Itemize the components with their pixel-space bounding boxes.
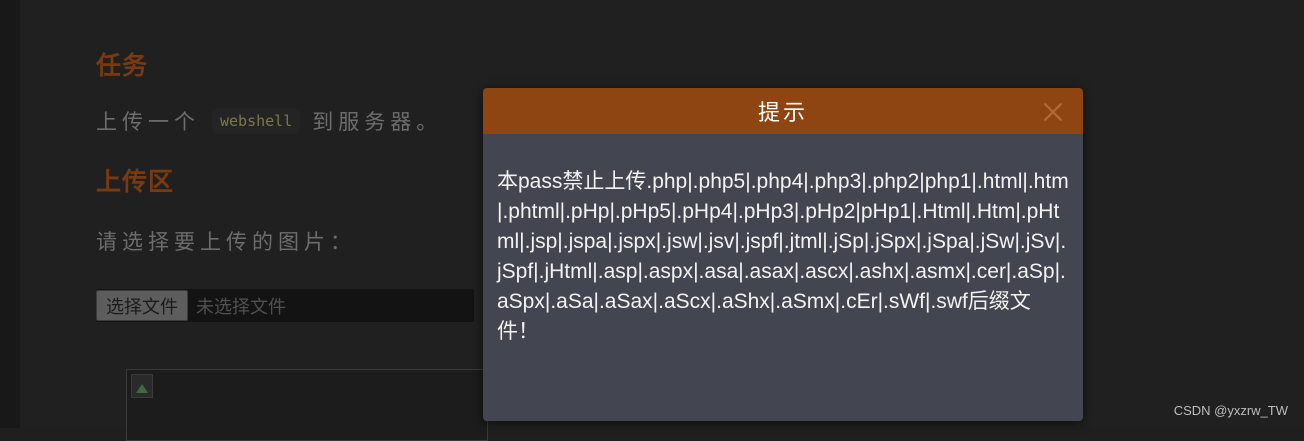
watermark: CSDN @yxzrw_TW: [1173, 403, 1288, 418]
alert-dialog: 提示 本pass禁止上传.php|.php5|.php4|.php3|.php2…: [483, 88, 1083, 421]
choose-file-button[interactable]: 选择文件: [96, 290, 188, 321]
close-icon[interactable]: [1041, 100, 1065, 124]
left-sidebar-strip: [0, 0, 20, 428]
dialog-body: 本pass禁止上传.php|.php5|.php4|.php3|.php2|ph…: [483, 134, 1083, 421]
file-input[interactable]: 选择文件 未选择文件: [96, 289, 474, 322]
task-text-after: 到服务器。: [312, 110, 443, 134]
task-description: 上传一个 webshell 到服务器。: [96, 106, 442, 136]
choose-image-prompt: 请选择要上传的图片：: [96, 230, 356, 254]
task-heading: 任务: [96, 51, 149, 80]
upload-heading: 上传区: [96, 167, 175, 196]
task-code: webshell: [212, 108, 301, 134]
task-text-before: 上传一个: [96, 110, 200, 134]
dialog-header: 提示: [483, 88, 1083, 134]
dialog-title: 提示: [757, 101, 808, 126]
broken-image-icon: [131, 374, 153, 398]
image-preview: [126, 369, 488, 441]
file-status-label: 未选择文件: [196, 296, 286, 318]
dialog-message: 本pass禁止上传.php|.php5|.php4|.php3|.php2|ph…: [497, 170, 1069, 343]
